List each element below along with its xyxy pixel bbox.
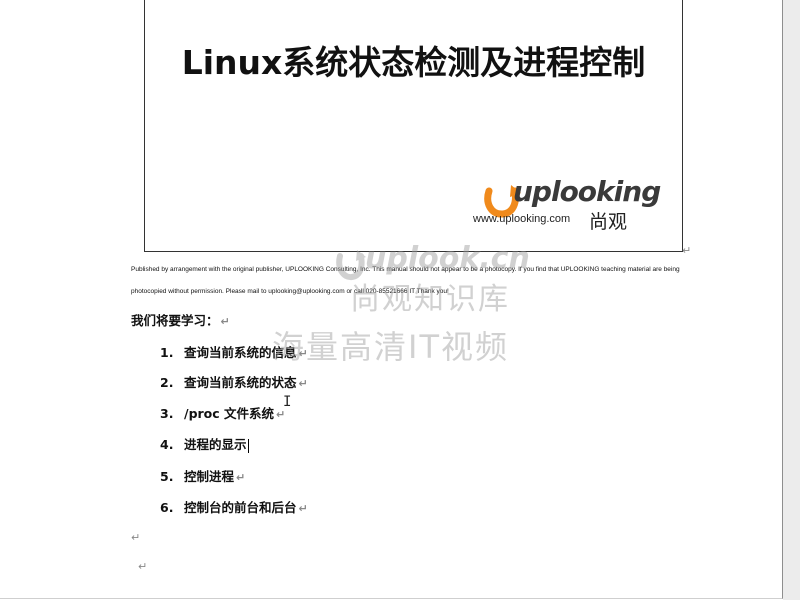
window-gutter (783, 0, 800, 600)
copyright-notice-line-1: Published by arrangement with the origin… (131, 266, 680, 273)
paragraph-mark: ↵ (131, 531, 141, 544)
paragraph-mark: ↵ (298, 347, 308, 360)
intro-heading[interactable]: 我们将要学习： ↵ (131, 310, 230, 329)
list-item[interactable]: 4. 进程的显示 (160, 434, 249, 453)
logo-chinese: 尚观 (589, 211, 628, 233)
list-text: /proc 文件系统 (184, 406, 275, 421)
list-item[interactable]: 2. 查询当前系统的状态 ↵ (160, 372, 308, 391)
paragraph-mark: ↵ (220, 315, 230, 328)
paragraph-mark: ↵ (138, 560, 148, 573)
list-text: 查询当前系统的状态 (184, 375, 297, 390)
list-text: 控制台的前台和后台 (184, 500, 297, 515)
list-item[interactable]: 6. 控制台的前台和后台 ↵ (160, 497, 308, 516)
paragraph-mark: ↵ (298, 377, 308, 390)
list-item[interactable]: 1. 查询当前系统的信息 ↵ (160, 342, 308, 361)
cover-title: Linux系统状态检测及进程控制 (181, 43, 646, 82)
list-text: 查询当前系统的信息 (184, 345, 297, 360)
list-number: 4. (160, 437, 174, 452)
text-caret (247, 438, 249, 453)
list-item[interactable]: 5. 控制进程 ↵ (160, 466, 245, 485)
intro-text: 我们将要学习： (131, 313, 219, 328)
logo-wordmark: uplooking (513, 175, 661, 208)
copyright-notice-line-2: photocopied without permission. Please m… (131, 288, 449, 295)
paragraph-mark: ↵ (236, 471, 246, 484)
list-item[interactable]: 3./proc 文件系统 ↵ (160, 403, 285, 422)
paragraph-mark: ↵ (682, 244, 692, 257)
list-number: 6. (160, 500, 174, 515)
list-text: 控制进程 (184, 469, 235, 484)
paragraph-mark: ↵ (298, 502, 308, 515)
list-number: 3. (160, 406, 174, 421)
logo-url: www.uplooking.com (473, 213, 571, 225)
ibeam-cursor-icon: I (283, 394, 292, 410)
uplooking-logo: uplooking www.uplooking.com 尚观 (473, 175, 675, 239)
list-number: 5. (160, 469, 174, 484)
list-number: 1. (160, 345, 174, 360)
cover-frame: Linux系统状态检测及进程控制 uplooking www.uplooking… (144, 0, 683, 252)
watermark-logo-icon (336, 250, 366, 281)
list-number: 2. (160, 375, 174, 390)
list-text: 进程的显示 (184, 437, 247, 452)
